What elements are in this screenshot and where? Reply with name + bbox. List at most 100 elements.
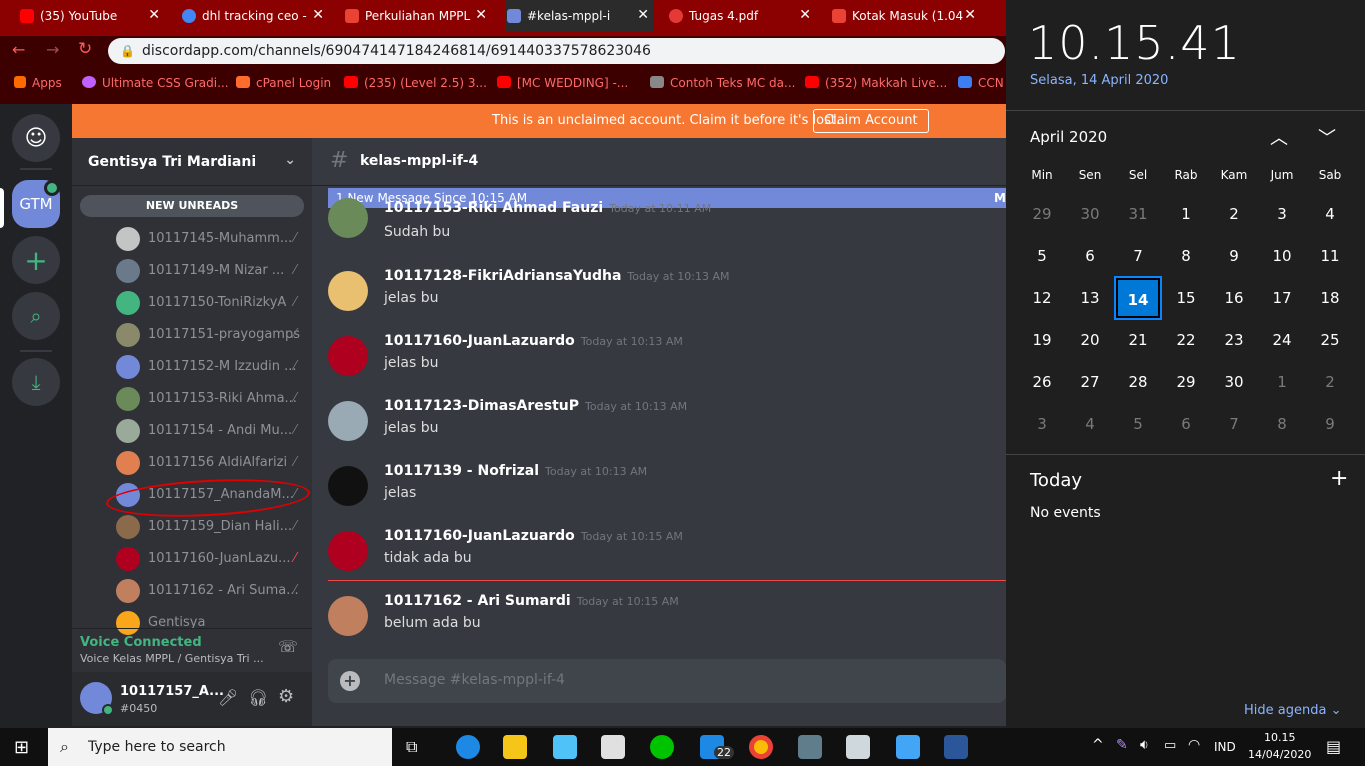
calendar-day[interactable]: 22 — [1164, 320, 1208, 360]
close-icon[interactable]: ✕ — [312, 7, 324, 23]
calendar-day[interactable]: 1 — [1260, 362, 1304, 402]
close-icon[interactable]: ✕ — [475, 7, 487, 23]
message-author[interactable]: 10117162 - Ari Sumardi Today at 10:15 AM — [384, 593, 679, 609]
calendar-day[interactable]: 27 — [1068, 362, 1112, 402]
browser-tab[interactable]: Perkuliahan MPPL ✕ — [343, 0, 491, 32]
notification-icon[interactable]: ▤ — [1326, 737, 1341, 756]
calendar-day[interactable]: 9 — [1308, 404, 1352, 444]
language-indicator[interactable]: IND — [1214, 740, 1236, 754]
calendar-day[interactable]: 6 — [1164, 404, 1208, 444]
calendar-day[interactable]: 15 — [1164, 278, 1208, 318]
browser-tab[interactable]: (35) YouTube ✕ — [18, 0, 164, 32]
voice-member[interactable]: 10117162 - Ari Suma... ⁄ — [116, 578, 306, 604]
line-icon[interactable] — [650, 735, 674, 759]
back-icon[interactable]: ← — [12, 40, 25, 59]
calendar-day[interactable]: 4 — [1308, 194, 1352, 234]
calendar-day-today[interactable]: 14 — [1114, 276, 1162, 320]
calendar-day[interactable]: 11 — [1308, 236, 1352, 276]
forward-icon[interactable]: → — [46, 40, 59, 59]
calendar-day[interactable]: 2 — [1212, 194, 1256, 234]
calendar-day[interactable]: 8 — [1260, 404, 1304, 444]
message-author[interactable]: 10117139 - Nofrizal Today at 10:13 AM — [384, 463, 647, 479]
edge-icon[interactable] — [456, 735, 480, 759]
chevron-up-icon[interactable]: ︿ — [1270, 124, 1288, 150]
calendar-day[interactable]: 31 — [1116, 194, 1160, 234]
calendar-day[interactable]: 18 — [1308, 278, 1352, 318]
voice-member[interactable]: 10117145-Muhamm... ⁄ — [116, 226, 306, 252]
close-icon[interactable]: ✕ — [799, 7, 811, 23]
voice-member[interactable]: 10117149-M Nizar ... ⁄ — [116, 258, 306, 284]
calendar-day[interactable]: 30 — [1212, 362, 1256, 402]
battery-icon[interactable]: ▭ — [1164, 738, 1176, 753]
close-icon[interactable]: ✕ — [148, 7, 160, 23]
calendar-day[interactable]: 8 — [1164, 236, 1208, 276]
avatar[interactable] — [328, 466, 368, 506]
browser-tab[interactable]: Kotak Masuk (1.04 ✕ — [830, 0, 980, 32]
download-icon[interactable]: ⤓ — [12, 358, 60, 406]
calendar-day[interactable]: 29 — [1020, 194, 1064, 234]
taskbar-search[interactable]: ⌕ Type here to search — [48, 728, 392, 766]
taskbar-time[interactable]: 10.15 — [1264, 731, 1296, 744]
calendar-day[interactable]: 17 — [1260, 278, 1304, 318]
calendar-day[interactable]: 29 — [1164, 362, 1208, 402]
avatar[interactable] — [328, 401, 368, 441]
calendar-day[interactable]: 16 — [1212, 278, 1256, 318]
discord-home-icon[interactable]: ☺ — [12, 114, 60, 162]
disconnect-icon[interactable]: ☏ — [278, 637, 298, 656]
bookmark-item[interactable]: (235) (Level 2.5) 3... — [344, 76, 487, 90]
month-label[interactable]: April 2020 — [1030, 128, 1107, 146]
photos-icon[interactable] — [798, 735, 822, 759]
calendar-day[interactable]: 26 — [1020, 362, 1064, 402]
calendar-day[interactable]: 4 — [1068, 404, 1112, 444]
reload-icon[interactable]: ↻ — [78, 39, 92, 59]
url-bar[interactable]: 🔒 discordapp.com/channels/69047414718424… — [108, 38, 1005, 64]
file-explorer-icon[interactable] — [503, 735, 527, 759]
calendar-day[interactable]: 23 — [1212, 320, 1256, 360]
taskbar-date[interactable]: 14/04/2020 — [1248, 748, 1311, 761]
bookmark-item[interactable]: (352) Makkah Live... — [805, 76, 947, 90]
calendar-day[interactable]: 5 — [1020, 236, 1064, 276]
browser-tab-active[interactable]: #kelas-mppl-i ✕ — [505, 0, 653, 32]
calendar-day[interactable]: 28 — [1116, 362, 1160, 402]
calendar-day[interactable]: 6 — [1068, 236, 1112, 276]
voice-member[interactable]: 10117153-Riki Ahma... ⁄ — [116, 386, 306, 412]
app-window-icon[interactable] — [846, 735, 870, 759]
voice-member[interactable]: 10117150-ToniRizkyA ⁄ — [116, 290, 306, 316]
calendar-day[interactable]: 24 — [1260, 320, 1304, 360]
voice-member[interactable]: 10117159_Dian Hali... ⁄ — [116, 514, 306, 540]
upload-plus-icon[interactable]: + — [340, 671, 360, 691]
calendar-day[interactable]: 10 — [1260, 236, 1304, 276]
calendar-day[interactable]: 5 — [1116, 404, 1160, 444]
voice-member[interactable]: 10117156 AldiAlfarizi ⁄ — [116, 450, 306, 476]
voice-member[interactable]: 10117154 - Andi Mu... ⁄ — [116, 418, 306, 444]
calendar-day[interactable]: 12 — [1020, 278, 1064, 318]
avatar[interactable] — [328, 531, 368, 571]
claim-account-button[interactable]: Claim Account — [813, 109, 929, 133]
task-view-icon[interactable]: ⧉ — [406, 737, 417, 757]
calendar-day[interactable]: 3 — [1020, 404, 1064, 444]
bookmark-apps[interactable]: Apps — [14, 76, 62, 90]
pen-icon[interactable]: ✎ — [1116, 737, 1128, 753]
message-input[interactable]: Message #kelas-mppl-if-4 — [384, 672, 565, 688]
voice-member[interactable]: 10117151-prayogamps ⁄ — [116, 322, 306, 348]
bookmark-item[interactable]: Ultimate CSS Gradi... — [82, 76, 229, 90]
calendar-day[interactable]: 1 — [1164, 194, 1208, 234]
calendar-day[interactable]: 21 — [1116, 320, 1160, 360]
message-author[interactable]: 10117128-FikriAdriansaYudha Today at 10:1… — [384, 268, 729, 284]
server-header[interactable]: Gentisya Tri Mardiani ⌄ — [72, 138, 312, 186]
wifi-icon[interactable]: ◠ — [1188, 737, 1200, 753]
bookmark-item[interactable]: Contoh Teks MC da... — [650, 76, 795, 90]
mark-as-read-label[interactable]: M — [994, 188, 1006, 208]
calendar-day[interactable]: 30 — [1068, 194, 1112, 234]
store-icon[interactable] — [601, 735, 625, 759]
bookmark-item[interactable]: cPanel Login — [236, 76, 331, 90]
chevron-down-icon[interactable]: ﹀ — [1318, 124, 1336, 150]
calendar-day[interactable]: 7 — [1212, 404, 1256, 444]
hide-agenda-link[interactable]: Hide agenda ⌄ — [1244, 703, 1342, 718]
calendar-day[interactable]: 25 — [1308, 320, 1352, 360]
voice-member[interactable]: 10117152-M Izzudin ... ⁄ — [116, 354, 306, 380]
word-icon[interactable] — [944, 735, 968, 759]
avatar[interactable] — [328, 271, 368, 311]
message-author[interactable]: 10117123-DimasArestuP Today at 10:13 AM — [384, 398, 687, 414]
browser-tab[interactable]: dhl tracking ceo - ✕ — [180, 0, 328, 32]
